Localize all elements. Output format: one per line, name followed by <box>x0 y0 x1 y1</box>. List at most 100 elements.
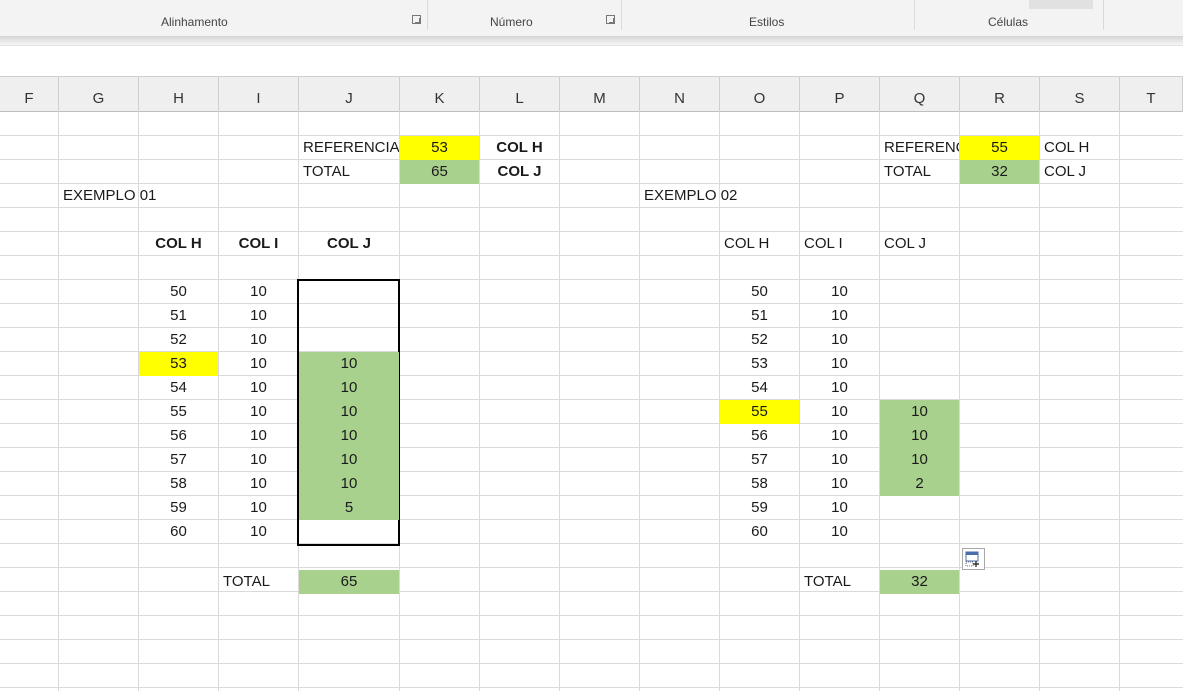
paste-options-button[interactable] <box>962 548 985 570</box>
column-header-t[interactable]: T <box>1120 77 1183 112</box>
ex2-cell-j[interactable] <box>880 304 959 328</box>
ex2-header-h[interactable]: COL H <box>720 232 799 256</box>
column-header-m[interactable]: M <box>560 77 640 112</box>
ex1-cell-h[interactable]: 53 <box>139 352 218 376</box>
column-header-n[interactable]: N <box>640 77 720 112</box>
column-header-g[interactable]: G <box>59 77 139 112</box>
ex1-total-value[interactable]: 65 <box>400 160 479 184</box>
ex2-cell-j[interactable] <box>880 280 959 304</box>
ex2-cell-i[interactable]: 10 <box>800 304 879 328</box>
ex2-ref-col[interactable]: COL H <box>1040 136 1119 160</box>
ex2-cell-h[interactable]: 55 <box>720 400 799 424</box>
ex2-cell-i[interactable]: 10 <box>800 520 879 544</box>
ribbon-scroll-button[interactable] <box>1029 0 1093 9</box>
column-header-r[interactable]: R <box>960 77 1040 112</box>
ex2-ref-label[interactable]: REFERENCIA <box>880 136 959 160</box>
ex2-cell-i[interactable]: 10 <box>800 352 879 376</box>
ex1-cell-j[interactable]: 10 <box>299 448 399 472</box>
numero-launcher-icon[interactable] <box>606 15 615 24</box>
ex1-ref-value[interactable]: 53 <box>400 136 479 160</box>
ex2-cell-i[interactable]: 10 <box>800 424 879 448</box>
ex1-cell-j[interactable]: 10 <box>299 352 399 376</box>
ex2-cell-h[interactable]: 57 <box>720 448 799 472</box>
ex1-cell-i[interactable]: 10 <box>219 520 298 544</box>
ex1-title[interactable]: EXEMPLO 01 <box>59 184 219 208</box>
ex2-cell-i[interactable]: 10 <box>800 448 879 472</box>
ex1-cell-j[interactable]: 5 <box>299 496 399 520</box>
ex1-cell-j[interactable]: 10 <box>299 400 399 424</box>
column-header-q[interactable]: Q <box>880 77 960 112</box>
ex2-cell-h[interactable]: 54 <box>720 376 799 400</box>
ex1-cell-h[interactable]: 56 <box>139 424 218 448</box>
ex2-cell-h[interactable]: 51 <box>720 304 799 328</box>
ex2-cell-i[interactable]: 10 <box>800 328 879 352</box>
ex1-cell-i[interactable]: 10 <box>219 376 298 400</box>
ex2-cell-j[interactable] <box>880 328 959 352</box>
alinhamento-launcher-icon[interactable] <box>412 15 421 24</box>
formula-bar[interactable] <box>0 45 1183 77</box>
ex1-cell-h[interactable]: 57 <box>139 448 218 472</box>
ex1-cell-h[interactable]: 59 <box>139 496 218 520</box>
ex2-footer-value[interactable]: 32 <box>880 570 959 594</box>
ex2-total-label[interactable]: TOTAL <box>880 160 959 184</box>
column-header-i[interactable]: I <box>219 77 299 112</box>
ex1-header-h[interactable]: COL H <box>139 232 218 256</box>
ex1-footer-label[interactable]: TOTAL <box>219 570 298 594</box>
ex2-cell-i[interactable]: 10 <box>800 400 879 424</box>
ex1-total-col[interactable]: COL J <box>480 160 559 184</box>
ex2-cell-j[interactable] <box>880 352 959 376</box>
ex1-cell-j[interactable] <box>299 520 399 544</box>
column-header-k[interactable]: K <box>400 77 480 112</box>
ex2-title[interactable]: EXEMPLO 02 <box>640 184 800 208</box>
ex2-cell-j[interactable]: 2 <box>880 472 959 496</box>
ex1-cell-h[interactable]: 60 <box>139 520 218 544</box>
ex2-cell-h[interactable]: 50 <box>720 280 799 304</box>
ex2-cell-i[interactable]: 10 <box>800 496 879 520</box>
ex2-total-value[interactable]: 32 <box>960 160 1039 184</box>
ex1-cell-j[interactable]: 10 <box>299 472 399 496</box>
ex1-header-j[interactable]: COL J <box>299 232 399 256</box>
column-header-s[interactable]: S <box>1040 77 1120 112</box>
ex1-cell-i[interactable]: 10 <box>219 304 298 328</box>
ex2-header-j[interactable]: COL J <box>880 232 959 256</box>
ex1-total-label[interactable]: TOTAL <box>299 160 399 184</box>
ex2-cell-i[interactable]: 10 <box>800 472 879 496</box>
ex2-cell-h[interactable]: 52 <box>720 328 799 352</box>
worksheet-grid[interactable]: REFERENCIA 53 COL H TOTAL 65 COL J EXEMP… <box>0 112 1183 691</box>
ex1-cell-i[interactable]: 10 <box>219 496 298 520</box>
ex2-cell-j[interactable] <box>880 376 959 400</box>
column-header-l[interactable]: L <box>480 77 560 112</box>
ex1-cell-h[interactable]: 50 <box>139 280 218 304</box>
ex1-cell-h[interactable]: 52 <box>139 328 218 352</box>
ex2-footer-label[interactable]: TOTAL <box>800 570 879 594</box>
ex1-header-i[interactable]: COL I <box>219 232 298 256</box>
ex2-total-col[interactable]: COL J <box>1040 160 1119 184</box>
ex1-cell-i[interactable]: 10 <box>219 328 298 352</box>
ex1-footer-value[interactable]: 65 <box>299 570 399 594</box>
ex2-cell-j[interactable]: 10 <box>880 400 959 424</box>
ex1-cell-i[interactable]: 10 <box>219 472 298 496</box>
ex2-cell-h[interactable]: 58 <box>720 472 799 496</box>
ex1-ref-col[interactable]: COL H <box>480 136 559 160</box>
ex2-cell-h[interactable]: 53 <box>720 352 799 376</box>
ex2-header-i[interactable]: COL I <box>800 232 879 256</box>
ex1-cell-h[interactable]: 58 <box>139 472 218 496</box>
column-header-h[interactable]: H <box>139 77 219 112</box>
ex2-cell-j[interactable]: 10 <box>880 448 959 472</box>
column-header-f[interactable]: F <box>0 77 59 112</box>
ex2-cell-i[interactable]: 10 <box>800 280 879 304</box>
ex1-cell-j[interactable] <box>299 304 399 328</box>
ex2-cell-i[interactable]: 10 <box>800 376 879 400</box>
ex2-cell-j[interactable]: 10 <box>880 424 959 448</box>
ex2-cell-h[interactable]: 60 <box>720 520 799 544</box>
ex1-cell-i[interactable]: 10 <box>219 352 298 376</box>
column-header-j[interactable]: J <box>299 77 400 112</box>
ex1-cell-h[interactable]: 54 <box>139 376 218 400</box>
ex1-cell-h[interactable]: 55 <box>139 400 218 424</box>
ex1-cell-i[interactable]: 10 <box>219 424 298 448</box>
ex1-cell-j[interactable] <box>299 328 399 352</box>
ex1-cell-i[interactable]: 10 <box>219 448 298 472</box>
column-header-p[interactable]: P <box>800 77 880 112</box>
ex2-cell-j[interactable] <box>880 496 959 520</box>
ex1-cell-h[interactable]: 51 <box>139 304 218 328</box>
